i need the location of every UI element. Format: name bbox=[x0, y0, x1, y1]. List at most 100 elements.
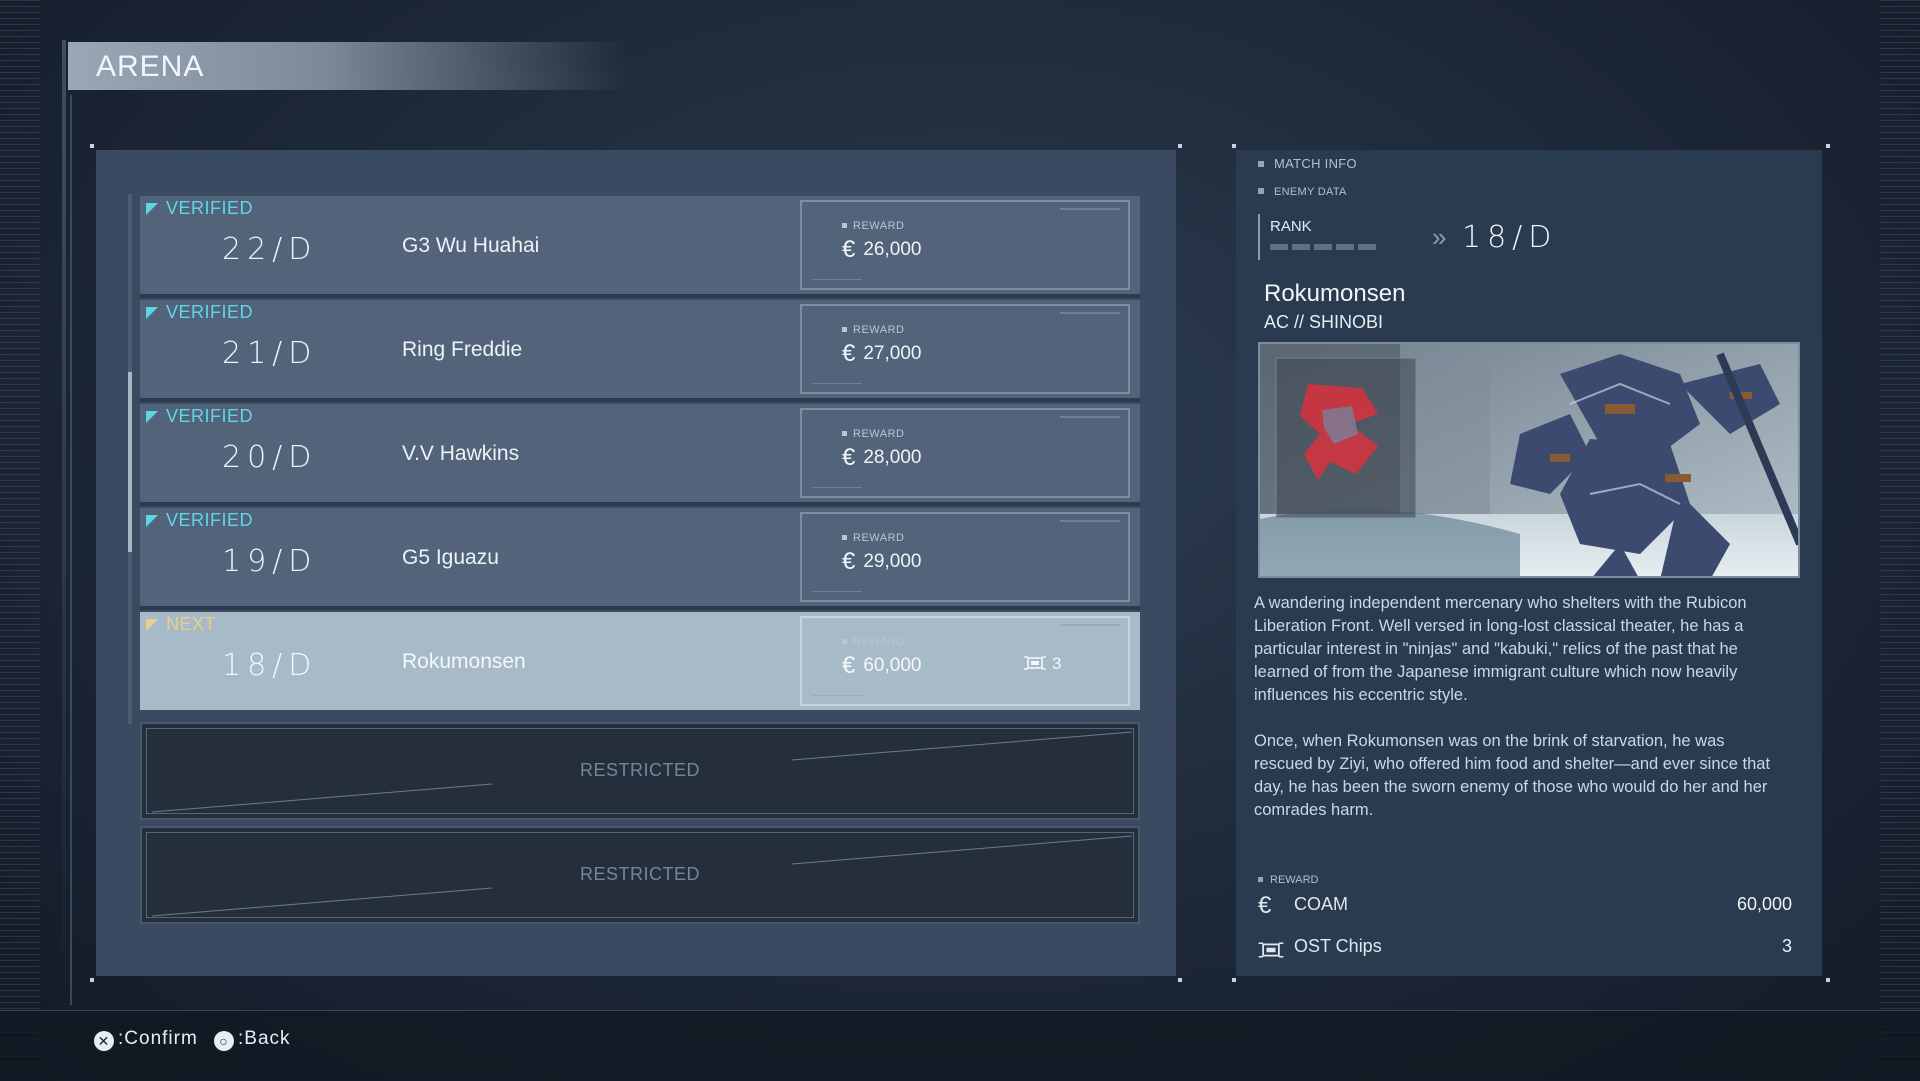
match-list-panel: VERIFIED 22/D G3 Wu Huahai REWARD €26,00… bbox=[96, 150, 1176, 976]
opponent-name: V.V Hawkins bbox=[402, 442, 520, 465]
confirm-hint[interactable]: ✕:Confirm bbox=[94, 1028, 198, 1051]
opponent-name: Rokumonsen bbox=[402, 650, 526, 673]
corner-marker bbox=[90, 144, 94, 148]
chevron-right-icon: » bbox=[1432, 222, 1447, 252]
status-badge: VERIFIED bbox=[146, 406, 253, 427]
status-badge: VERIFIED bbox=[146, 510, 253, 531]
decor-line bbox=[812, 695, 862, 696]
rank-bars bbox=[1270, 244, 1380, 250]
reward-label: REWARD bbox=[842, 220, 904, 232]
match-row-selected[interactable]: NEXT 18/D Rokumonsen REWARD €60,000 3 bbox=[140, 612, 1140, 710]
confirm-label: :Confirm bbox=[118, 1028, 198, 1049]
coam-icon: € bbox=[842, 548, 856, 575]
reward-value: 26,000 bbox=[863, 239, 922, 260]
mech-illustration bbox=[1260, 344, 1798, 576]
row-divider bbox=[140, 294, 1140, 298]
right-edge-decor bbox=[1880, 0, 1920, 1080]
restricted-label: RESTRICTED bbox=[579, 864, 700, 884]
match-rank: 21/D bbox=[222, 336, 318, 371]
circle-button-icon: ○ bbox=[214, 1031, 234, 1051]
coam-icon: € bbox=[842, 340, 856, 367]
reward-box: REWARD €29,000 bbox=[800, 512, 1130, 602]
back-hint[interactable]: ○:Back bbox=[214, 1028, 291, 1051]
reward-coam: €27,000 bbox=[842, 340, 921, 368]
decor-line bbox=[812, 487, 862, 488]
reward-label: REWARD bbox=[842, 636, 904, 648]
coam-icon: € bbox=[1258, 892, 1272, 919]
status-label: VERIFIED bbox=[166, 510, 254, 530]
ac-name: AC // SHINOBI bbox=[1264, 312, 1384, 332]
status-label: VERIFIED bbox=[166, 302, 254, 322]
reward-coam: €26,000 bbox=[842, 236, 921, 264]
reward-coam: €28,000 bbox=[842, 444, 921, 472]
decor-line bbox=[1060, 624, 1120, 626]
pilot-name: Rokumonsen bbox=[1264, 280, 1406, 307]
rank-box: RANK bbox=[1258, 214, 1400, 260]
corner-marker bbox=[1232, 978, 1236, 982]
status-badge: NEXT bbox=[146, 614, 216, 635]
coam-icon: € bbox=[842, 652, 856, 679]
opponent-name: G5 Iguazu bbox=[402, 546, 499, 569]
match-row[interactable]: VERIFIED 20/D V.V Hawkins REWARD €28,000 bbox=[140, 404, 1140, 506]
restricted-slot: RESTRICTED bbox=[140, 722, 1140, 820]
row-divider bbox=[140, 606, 1140, 610]
match-info-panel: MATCH INFO ENEMY DATA RANK » 18/D Rokumo… bbox=[1236, 150, 1822, 976]
status-label: VERIFIED bbox=[166, 198, 254, 218]
flag-icon bbox=[146, 203, 158, 215]
coam-icon: € bbox=[842, 236, 856, 263]
coam-icon: € bbox=[842, 444, 856, 471]
scrollbar-thumb[interactable] bbox=[128, 372, 132, 552]
description-paragraph: Once, when Rokumonsen was on the brink o… bbox=[1254, 732, 1771, 819]
match-rank: 19/D bbox=[222, 544, 318, 579]
restricted-label: RESTRICTED bbox=[579, 760, 700, 780]
chips-value: 3 bbox=[1052, 654, 1062, 673]
status-label: NEXT bbox=[166, 614, 217, 634]
reward-box: REWARD €27,000 bbox=[800, 304, 1130, 394]
ost-chip-icon bbox=[1258, 938, 1284, 966]
decor-line bbox=[812, 591, 862, 592]
corner-marker bbox=[1178, 978, 1182, 982]
reward-coam-row: € COAM 60,000 bbox=[1258, 892, 1792, 922]
cross-button-icon: ✕ bbox=[94, 1031, 114, 1051]
frame-decor bbox=[62, 40, 66, 1010]
status-badge: VERIFIED bbox=[146, 198, 253, 219]
chips-value: 3 bbox=[1781, 936, 1792, 956]
reward-coam: €60,000 bbox=[842, 652, 921, 680]
page-title: ARENA bbox=[96, 50, 205, 83]
match-rank: 20/D bbox=[222, 440, 318, 475]
pilot-description: A wandering independent mercenary who sh… bbox=[1254, 592, 1774, 845]
decor-line bbox=[1060, 416, 1120, 418]
corner-marker bbox=[1826, 978, 1830, 982]
match-rank: 18/D bbox=[222, 648, 318, 683]
reward-box: REWARD €26,000 bbox=[800, 200, 1130, 290]
flag-icon bbox=[146, 515, 158, 527]
match-rank: 22/D bbox=[222, 232, 318, 267]
corner-marker bbox=[1178, 144, 1182, 148]
opponent-name: G3 Wu Huahai bbox=[402, 234, 540, 257]
coam-label: COAM bbox=[1294, 894, 1348, 914]
reward-chips: 3 bbox=[1024, 654, 1061, 674]
match-row[interactable]: VERIFIED 21/D Ring Freddie REWARD €27,00… bbox=[140, 300, 1140, 402]
flag-icon bbox=[146, 619, 158, 631]
reward-box: REWARD €28,000 bbox=[800, 408, 1130, 498]
flag-icon bbox=[146, 411, 158, 423]
frame-decor-line bbox=[70, 95, 72, 1005]
opponent-name: Ring Freddie bbox=[402, 338, 523, 361]
reward-chips-row: OST Chips 3 bbox=[1258, 934, 1792, 964]
chips-label: OST Chips bbox=[1294, 936, 1382, 956]
reward-label: REWARD bbox=[842, 428, 904, 440]
decor-line bbox=[812, 383, 862, 384]
reward-value: 27,000 bbox=[863, 343, 922, 364]
reward-value: 29,000 bbox=[863, 551, 922, 572]
corner-marker bbox=[1826, 144, 1830, 148]
rank-label: RANK bbox=[1270, 218, 1312, 235]
match-row[interactable]: VERIFIED 22/D G3 Wu Huahai REWARD €26,00… bbox=[140, 196, 1140, 298]
match-row[interactable]: VERIFIED 19/D G5 Iguazu REWARD €29,000 bbox=[140, 508, 1140, 610]
decor-line bbox=[1060, 520, 1120, 522]
match-info-heading: MATCH INFO bbox=[1258, 156, 1357, 171]
left-edge-decor bbox=[0, 0, 40, 1080]
row-divider bbox=[140, 502, 1140, 506]
reward-box: REWARD €60,000 3 bbox=[800, 616, 1130, 706]
status-label: VERIFIED bbox=[166, 406, 254, 426]
coam-value: 60,000 bbox=[1736, 894, 1792, 914]
